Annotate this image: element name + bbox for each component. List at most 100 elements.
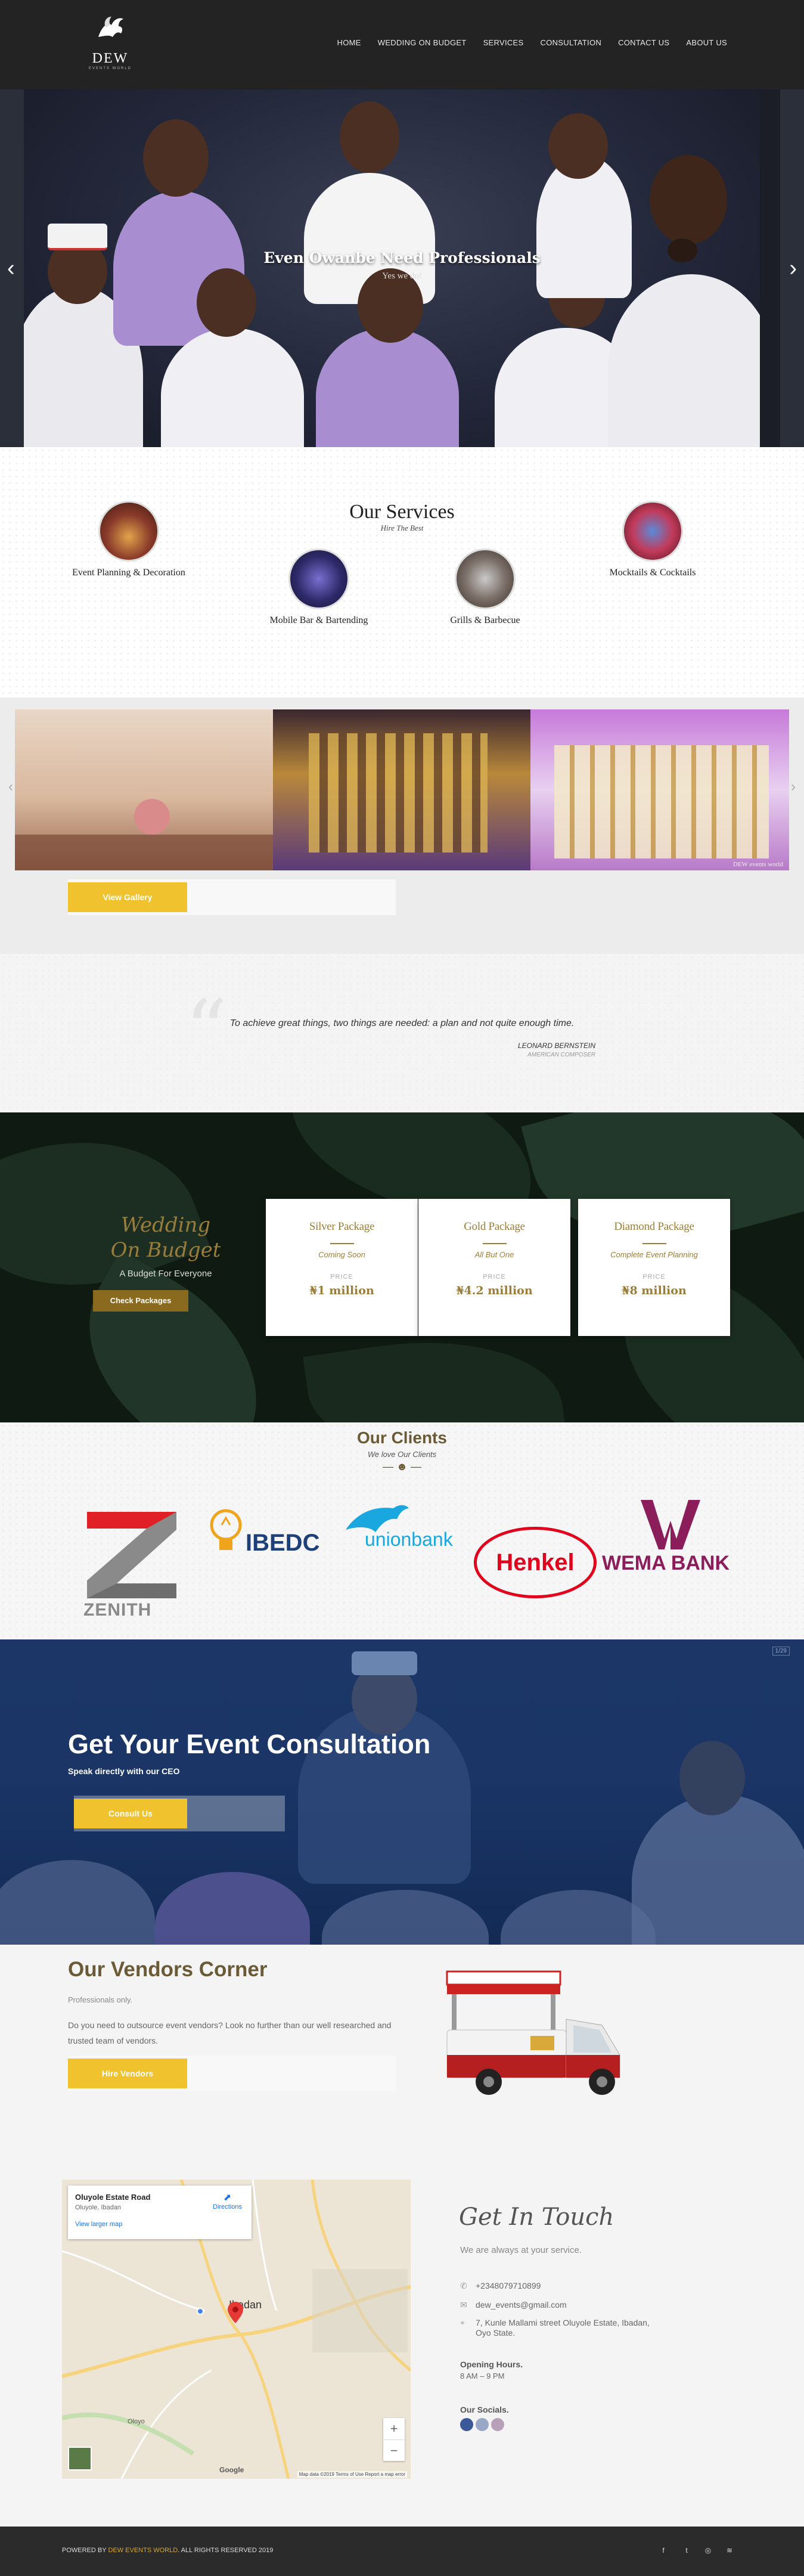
mocktails-photo [622, 501, 683, 562]
instagram-icon[interactable] [491, 2418, 504, 2431]
services-section: Our Services Hire The Best Event Plannin… [0, 447, 804, 698]
package-divider [482, 1243, 507, 1244]
package-price-label: PRICE [642, 1273, 666, 1281]
package-price: ₦1 million [309, 1284, 374, 1297]
gallery-section: DEW events world ‹ › View Gallery [0, 698, 804, 954]
wedding-budget-subtitle: A Budget For Everyone [119, 1269, 212, 1279]
clients-subtitle: We love Our Clients [367, 1450, 437, 1459]
nav-wedding-on-budget[interactable]: WEDDING ON BUDGET [370, 38, 475, 47]
service-label: Event Planning & Decoration [72, 568, 185, 578]
logo-subtitle: EVENTS WORLD [88, 67, 132, 70]
hire-vendors-button[interactable]: Hire Vendors [68, 2059, 187, 2088]
service-label: Mobile Bar & Bartending [269, 615, 368, 625]
nav-services[interactable]: SERVICES [475, 38, 532, 47]
package-card-gold[interactable]: Gold Package All But One PRICE ₦4.2 mill… [418, 1199, 570, 1336]
service-grills[interactable]: Grills & Barbecue [414, 548, 557, 626]
consultation-section: 1/29 Get Your Event Consultation Speak d… [0, 1639, 804, 1945]
nav-home[interactable]: HOME [329, 38, 370, 47]
world-map-dots-background [0, 954, 804, 1112]
google-map-embed[interactable]: Oluyole Estate Road Oluyole, Ibadan View… [62, 2180, 411, 2479]
footer-rss-icon[interactable]: ≋ [722, 2543, 737, 2558]
wedding-budget-title-line1: Wedding [120, 1213, 211, 1237]
footer-twitter-icon[interactable]: t [679, 2543, 694, 2558]
view-gallery-button[interactable]: View Gallery [68, 882, 187, 912]
service-event-planning[interactable]: Event Planning & Decoration [57, 501, 200, 578]
ibedc-wordmark: IBEDC [246, 1530, 320, 1556]
wema-wordmark: WEMA BANK [602, 1552, 730, 1574]
service-label: Grills & Barbecue [450, 615, 520, 625]
vendors-title: Our Vendors Corner [68, 1958, 268, 1981]
wedding-budget-title: Wedding On Budget [100, 1213, 231, 1263]
quote-text: To achieve great things, two things are … [229, 1018, 575, 1028]
site-footer: POWERED BY DEW EVENTS WORLD. ALL RIGHTS … [0, 2527, 804, 2576]
facebook-icon[interactable] [460, 2418, 473, 2431]
socials-title: Our Socials. [460, 2405, 509, 2414]
hero-next-arrow-icon[interactable]: › [789, 256, 797, 280]
site-logo[interactable]: DEW EVENTS WORLD [86, 13, 134, 70]
package-note: All But One [474, 1250, 514, 1259]
hero-prev-arrow-icon[interactable]: ‹ [7, 256, 15, 280]
gallery-image-table-setting[interactable] [15, 709, 273, 870]
zoom-in-button[interactable]: + [383, 2418, 405, 2439]
quote-role: AMERICAN COMPOSER [527, 1052, 595, 1058]
clients-section: Our Clients We love Our Clients — ☻ — ZE… [0, 1422, 804, 1639]
grills-photo [455, 548, 516, 609]
slide-counter-badge: 1/29 [772, 1647, 790, 1656]
hero-subtitle: Yes we do! [382, 271, 422, 281]
service-mobile-bar[interactable]: Mobile Bar & Bartending [247, 548, 390, 626]
contact-phone[interactable]: ✆ +2348079710899 [460, 2281, 541, 2291]
google-logo: Google [219, 2466, 244, 2474]
henkel-wordmark: Henkel [496, 1549, 575, 1576]
gallery-image-purple-decor[interactable]: DEW events world [530, 709, 789, 870]
consult-us-button[interactable]: Consult Us [74, 1799, 187, 1828]
directions-icon: ⬈ [223, 2193, 232, 2203]
map-zoom-controls: + − [383, 2418, 405, 2461]
check-packages-button[interactable]: Check Packages [93, 1290, 188, 1312]
footer-prefix: POWERED BY [62, 2547, 108, 2554]
main-nav: HOME WEDDING ON BUDGET SERVICES CONSULTA… [329, 38, 735, 47]
client-logo-wema: WEMA BANK [602, 1497, 739, 1580]
contact-section: Oluyole Estate Road Oluyole, Ibadan View… [0, 2138, 804, 2527]
vendors-subtitle: Professionals only. [68, 1995, 133, 2004]
gallery-image-gold-bar[interactable] [273, 709, 530, 870]
contact-email[interactable]: ✉ dew_events@gmail.com [460, 2300, 567, 2310]
footer-instagram-icon[interactable]: ◎ [701, 2543, 715, 2558]
wedding-budget-section: Wedding On Budget A Budget For Everyone … [0, 1112, 804, 1422]
clients-title: Our Clients [357, 1428, 447, 1447]
opening-hours-title: Opening Hours. [460, 2360, 523, 2369]
directions-button[interactable]: ⬈ Directions [213, 2191, 242, 2211]
email-icon: ✉ [460, 2300, 467, 2310]
footer-brand-link[interactable]: DEW EVENTS WORLD [108, 2547, 178, 2554]
gallery-prev-arrow-icon[interactable]: ‹ [8, 775, 13, 799]
view-larger-map-link[interactable]: View larger map [75, 2221, 244, 2228]
hero-group-photo [24, 89, 760, 447]
package-price: ₦4.2 million [456, 1284, 533, 1297]
nav-consultation[interactable]: CONSULTATION [532, 38, 610, 47]
nav-about-us[interactable]: ABOUT US [678, 38, 735, 47]
service-mocktails[interactable]: Mocktails & Cocktails [581, 501, 724, 578]
my-location-dot [197, 2308, 204, 2315]
footer-facebook-icon[interactable]: f [656, 2543, 670, 2558]
quote-section: “ To achieve great things, two things ar… [0, 954, 804, 1112]
phone-text: +2348079710899 [476, 2281, 541, 2290]
package-name: Diamond Package [614, 1220, 694, 1233]
zenith-wordmark: ZENITH [83, 1600, 152, 1620]
satellite-toggle[interactable] [68, 2447, 92, 2470]
gallery-next-arrow-icon[interactable]: › [791, 775, 796, 799]
package-card-diamond[interactable]: Diamond Package Complete Event Planning … [578, 1199, 730, 1336]
package-price-label: PRICE [330, 1273, 353, 1281]
map-attribution: Map data ©2019 Terms of Use Report a map… [297, 2471, 407, 2478]
zenith-z-icon [87, 1512, 176, 1598]
twitter-icon[interactable] [476, 2418, 489, 2431]
nav-contact-us[interactable]: CONTACT US [610, 38, 678, 47]
location-icon: ⌖ [460, 2318, 465, 2327]
package-card-silver[interactable]: Silver Package Coming Soon PRICE ₦1 mill… [266, 1199, 418, 1336]
package-divider [330, 1243, 354, 1244]
event-planning-photo [98, 501, 159, 562]
zoom-out-button[interactable]: − [383, 2439, 405, 2461]
opening-hours: 8 AM – 9 PM [460, 2372, 505, 2380]
consultation-title: Get Your Event Consultation [68, 1729, 431, 1759]
package-name: Gold Package [464, 1220, 525, 1233]
map-pin-icon[interactable] [228, 2302, 243, 2323]
contact-address: ⌖ 7, Kunle Mallami street Oluyole Estate,… [460, 2318, 650, 2338]
